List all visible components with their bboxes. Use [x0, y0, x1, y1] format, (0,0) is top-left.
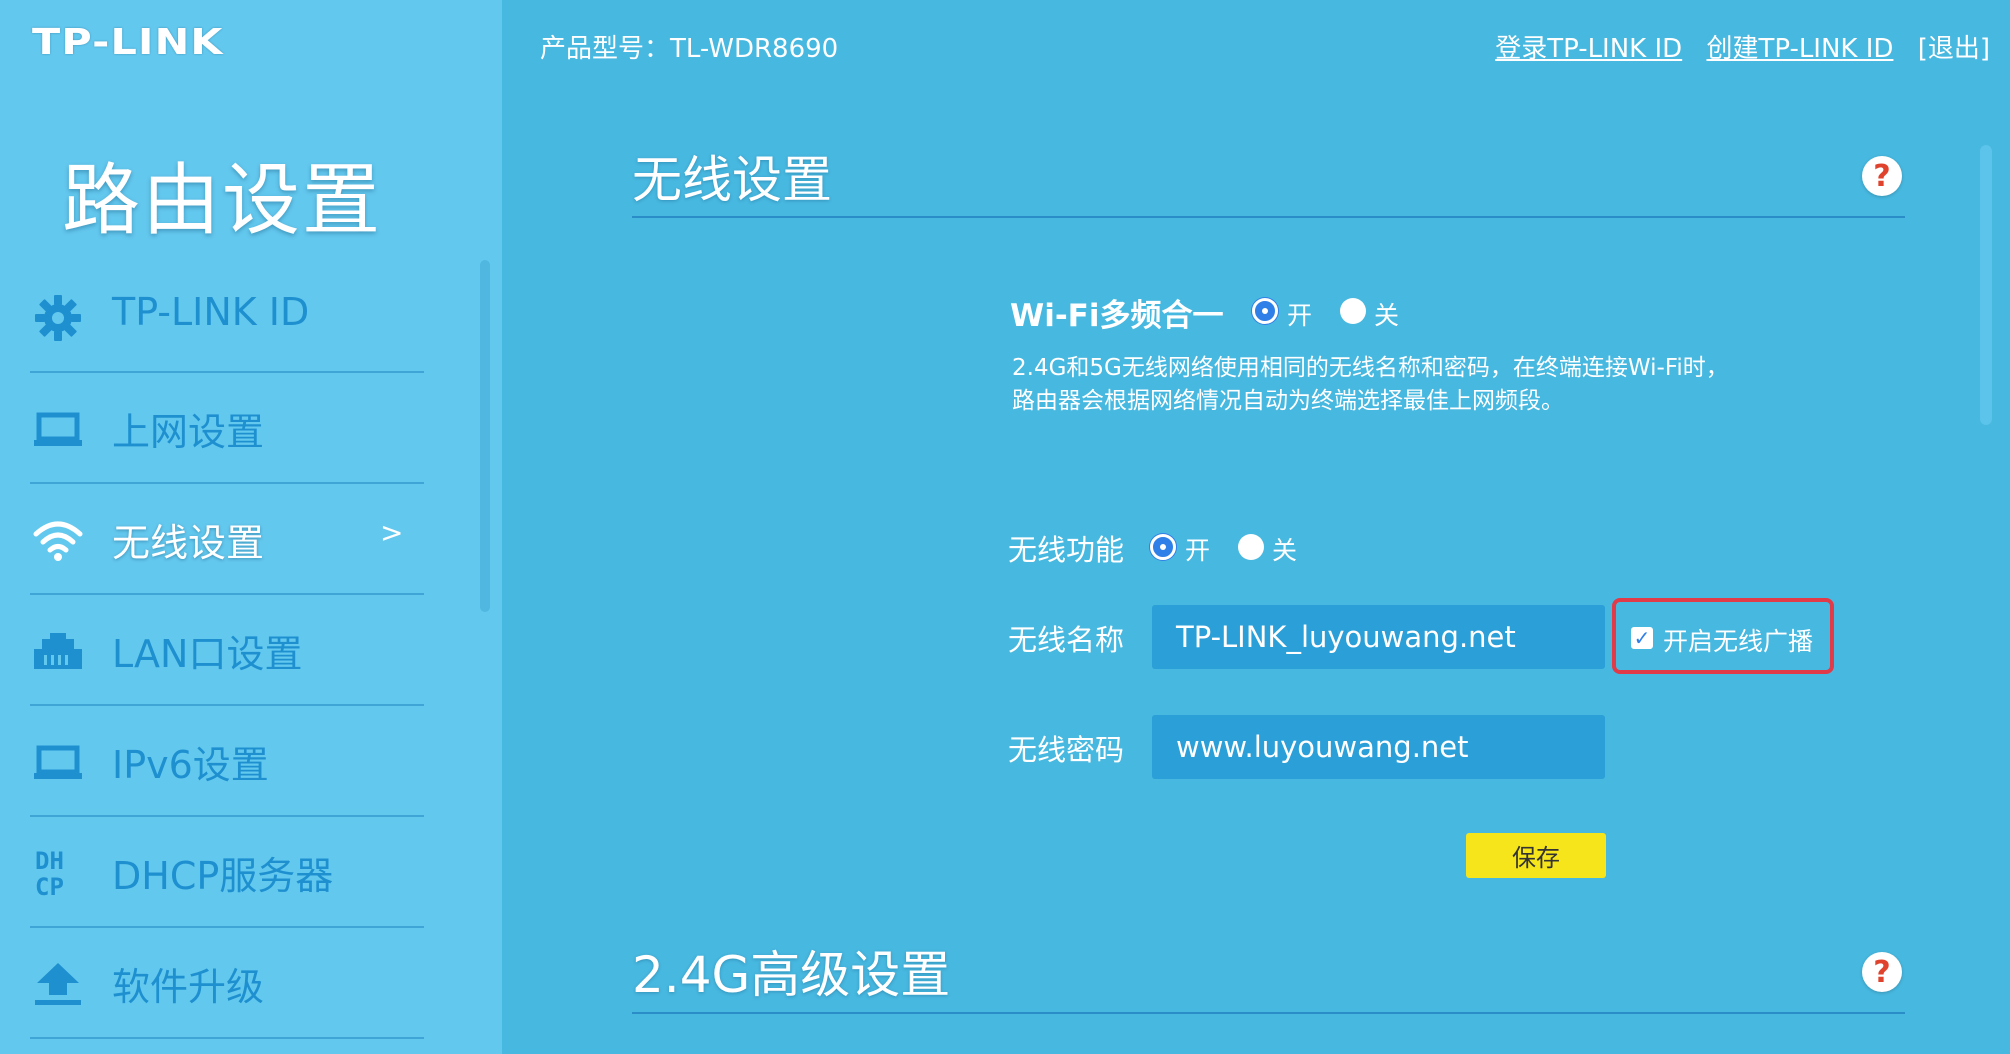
sidebar: TP-LINK 路由设置 TP-LINK ID 上网设置 无线设置 > LAN口…	[0, 0, 502, 1054]
ssid-input[interactable]: TP-LINK_luyouwang.net	[1152, 605, 1605, 669]
broadcast-label: 开启无线广播	[1663, 627, 1814, 656]
save-button[interactable]: 保存	[1466, 833, 1606, 878]
sidebar-item-label: 上网设置	[112, 410, 265, 454]
chevron-right-icon: >	[380, 516, 404, 549]
main-scrollbar[interactable]	[1980, 145, 1992, 425]
logout-link[interactable]: [退出]	[1918, 34, 1990, 64]
sidebar-item-ipv6[interactable]: IPv6设置	[30, 706, 424, 817]
svg-text:CP: CP	[35, 873, 64, 899]
svg-text:DH: DH	[35, 847, 64, 875]
help-icon[interactable]: ?	[1862, 952, 1902, 992]
sidebar-scrollbar[interactable]	[480, 260, 490, 612]
lan-port-icon	[32, 625, 84, 677]
section-title-advanced-24g: 2.4G高级设置	[632, 946, 951, 1004]
sidebar-item-label: TP-LINK ID	[112, 290, 310, 334]
login-tp-link-id-link[interactable]: 登录TP-LINK ID	[1495, 34, 1682, 64]
tp-link-logo: TP-LINK	[32, 22, 224, 63]
wireless-function-off-label: 关	[1272, 536, 1298, 565]
laptop-icon	[32, 403, 84, 455]
create-tp-link-id-link[interactable]: 创建TP-LINK ID	[1706, 34, 1893, 64]
upload-icon	[32, 958, 84, 1010]
multiband-on-radio[interactable]	[1252, 298, 1278, 324]
sidebar-item-label: DHCP服务器	[112, 854, 334, 898]
sidebar-title: 路由设置	[62, 156, 383, 246]
password-input[interactable]: www.luyouwang.net	[1152, 715, 1605, 779]
multiband-off-label: 关	[1374, 301, 1400, 330]
sidebar-item-wireless[interactable]: 无线设置 >	[30, 484, 424, 595]
multiband-on-label: 开	[1287, 301, 1313, 330]
sidebar-item-label: IPv6设置	[112, 743, 269, 787]
sidebar-nav: TP-LINK ID 上网设置 无线设置 > LAN口设置 IPv6设置 DH …	[30, 262, 424, 1039]
broadcast-checkbox[interactable]: ✓	[1631, 626, 1653, 650]
wireless-function-on-label: 开	[1185, 536, 1211, 565]
section-divider	[632, 1012, 1905, 1014]
sidebar-item-tp-link-id[interactable]: TP-LINK ID	[30, 262, 424, 373]
multiband-off-radio[interactable]	[1340, 298, 1366, 324]
multiband-description: 2.4G和5G无线网络使用相同的无线名称和密码，在终端连接Wi-Fi时， 路由器…	[1012, 352, 1729, 418]
gear-icon	[32, 292, 84, 344]
password-label: 无线密码	[1008, 733, 1125, 767]
wireless-function-label: 无线功能	[1008, 533, 1125, 567]
wifi-icon	[32, 514, 84, 566]
help-icon[interactable]: ?	[1862, 156, 1902, 196]
multiband-desc-line2: 路由器会根据网络情况自动为终端选择最佳上网频段。	[1012, 388, 1564, 414]
sidebar-item-label: 无线设置	[112, 521, 265, 565]
wireless-function-on-radio[interactable]	[1150, 534, 1176, 560]
sidebar-item-lan[interactable]: LAN口设置	[30, 595, 424, 706]
wireless-function-off-radio[interactable]	[1238, 534, 1264, 560]
laptop-icon	[32, 736, 84, 788]
multiband-label: Wi-Fi多频合一	[1010, 298, 1224, 334]
multiband-desc-line1: 2.4G和5G无线网络使用相同的无线名称和密码，在终端连接Wi-Fi时，	[1012, 355, 1729, 381]
dhcp-icon: DH CP	[32, 847, 84, 899]
section-divider	[632, 216, 1905, 218]
section-title-wireless: 无线设置	[632, 151, 832, 209]
header-links: 登录TP-LINK ID 创建TP-LINK ID [退出]	[1479, 28, 1990, 65]
sidebar-item-dhcp[interactable]: DH CP DHCP服务器	[30, 817, 424, 928]
sidebar-item-internet[interactable]: 上网设置	[30, 373, 424, 484]
ssid-label: 无线名称	[1008, 623, 1125, 657]
product-model: 产品型号：TL-WDR8690	[540, 34, 839, 64]
sidebar-item-label: LAN口设置	[112, 632, 303, 676]
sidebar-item-label: 软件升级	[112, 965, 265, 1009]
sidebar-item-upgrade[interactable]: 软件升级	[30, 928, 424, 1039]
